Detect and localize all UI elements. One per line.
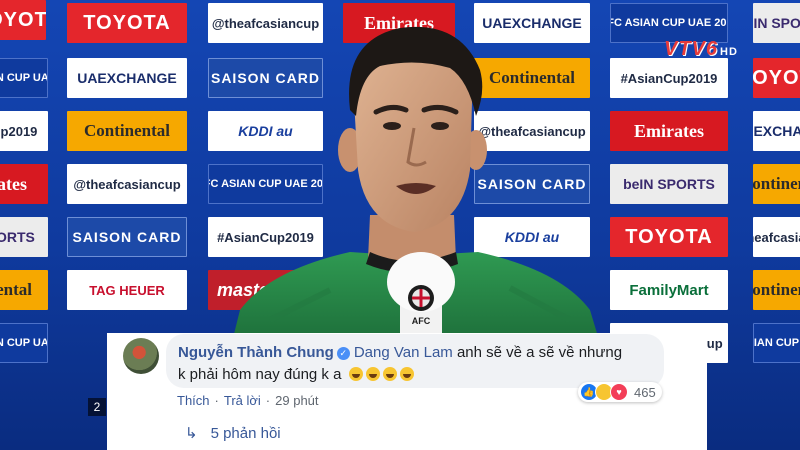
sponsor-text: #AsianCup2019 [0,123,38,139]
comment-actions: Thích · Trả lời · 29 phút [177,393,319,408]
sponsor-continental-logo: Continental [67,111,187,151]
sponsor-afc-handle: @theafcasiancup [67,164,187,204]
sponsor-text: SAISON CARD [72,229,182,245]
sponsor-text: AFC ASIAN CUP UAE 2019 [0,337,47,349]
sponsor-asian-cup-logo: AFC ASIAN CUP UAE 2019 [0,323,48,363]
sponsor-text: #AsianCup2019 [620,70,718,86]
mic-flag-text: AFC [412,316,431,326]
sponsor-text: beIN SPORTS [0,229,35,245]
laughing-emoji-icon [399,367,414,381]
mention-link[interactable]: Dang Van Lam [354,344,453,361]
avatar[interactable] [123,338,159,374]
sponsor-continental-logo: Continental [753,270,800,310]
view-replies-link[interactable]: ↳ 5 phản hồi [185,424,281,442]
reply-button[interactable]: Trả lời [224,393,261,408]
comment-text-2: k phải hôm nay đúng k a [178,366,342,383]
sponsor-toyota-logo: TOYOTA [753,58,800,98]
overlay-number: 2 [88,398,106,416]
comment-timestamp[interactable]: 29 phút [275,393,318,408]
sponsor-text: TOYOTA [625,225,713,248]
sponsor-bein-logo: beIN SPORTS [753,3,800,43]
comment-bubble: Nguyễn Thành Chung ✓ Dang Van Lam anh sẽ v… [166,334,664,388]
replies-count-label: 5 phản hồi [210,425,281,442]
sponsor-tag-heuer-logo: TAG HEUER [67,270,187,310]
laughing-emoji-icon [382,367,397,381]
sponsor-emirates-logo: Emirates [0,164,48,204]
sponsor-text: Continental [753,174,800,193]
sponsor-hashtag: #AsianCup2019 [0,111,48,151]
broadcaster-logo: VTV6 HD [664,38,738,61]
sponsor-text: TOYOTA [753,66,800,89]
comment-card: Nguyễn Thành Chung ✓ Dang Van Lam anh sẽ v… [107,333,707,450]
comment-text-1: anh sẽ về a sẽ về nhưng [456,344,623,361]
sponsor-continental-logo: Continental [753,164,800,204]
commenter-name[interactable]: Nguyễn Thành Chung [178,344,334,361]
comment-line-1: Nguyễn Thành Chung ✓ Dang Van Lam anh sẽ v… [178,343,622,362]
sponsor-toyota-logo: TOYOTA [67,3,187,43]
verified-icon: ✓ [336,347,350,360]
sponsor-text: TOYOTA [83,11,171,34]
sponsor-text: beIN SPORTS [623,176,715,192]
sponsor-afc-handle: @theafcasiancup [753,217,800,257]
sponsor-uae-exchange-logo: UAEXCHANGE [67,58,187,98]
reactions-summary[interactable]: 👍 ♥ 465 [578,382,662,402]
like-button[interactable]: Thích [177,393,210,408]
comment-line-2: k phải hôm nay đúng k a [178,365,414,384]
sponsor-text: Continental [84,121,170,140]
sponsor-text: Emirates [0,173,27,194]
sponsor-text: @theafcasiancup [73,176,181,192]
sponsor-continental-logo: Continental [0,270,48,310]
sponsor-text: beIN SPORTS [753,15,800,31]
broadcaster-logo-hd: HD [720,46,738,58]
reaction-count: 465 [634,384,656,400]
laughing-emoji-icon [348,367,363,381]
sponsor-text: Continental [0,280,32,299]
sponsor-text: AFC ASIAN CUP UAE 2019 [0,72,47,84]
separator: · [214,393,219,408]
sponsor-text: Emirates [634,120,704,141]
sponsor-text: @theafcasiancup [753,229,800,245]
sponsor-text: AFC ASIAN CUP UAE 2019 [753,337,800,349]
sponsor-text: UAEXCHANGE [753,123,800,139]
sponsor-toyota-logo: TOYOTA [0,0,46,40]
sponsor-uae-exchange-logo: UAEXCHANGE [753,111,800,151]
sponsor-text: TOYOTA [0,8,46,31]
sponsor-text: UAEXCHANGE [77,70,177,86]
sponsor-saison-card-logo: SAISON CARD [67,217,187,257]
sponsor-text: TAG HEUER [89,282,165,298]
player-figure: AFC [230,26,602,350]
sponsor-text: Continental [753,280,800,299]
love-icon: ♥ [610,383,628,401]
sponsor-asian-cup-logo: AFC ASIAN CUP UAE 2019 [753,323,800,363]
reply-arrow-icon: ↳ [185,425,198,442]
sponsor-text: FamilyMart [629,281,709,299]
sponsor-bein-logo: beIN SPORTS [0,217,48,257]
separator: · [265,393,271,408]
sponsor-asian-cup-logo: AFC ASIAN CUP UAE 2019 [0,58,48,98]
broadcaster-logo-text: VTV6 [664,38,719,60]
laughing-emoji-icon [365,367,380,381]
